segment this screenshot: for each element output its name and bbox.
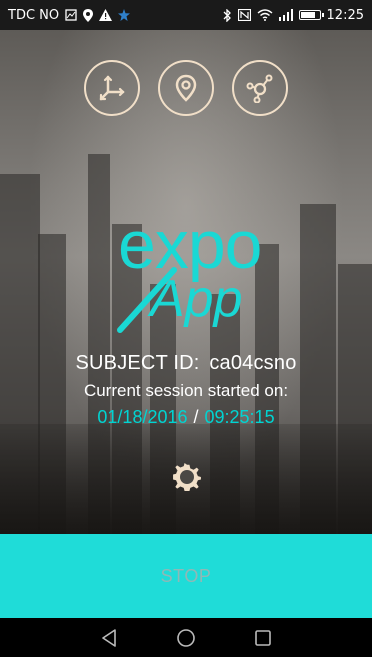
- location-pin-icon: [175, 74, 197, 102]
- network-button[interactable]: [232, 60, 288, 116]
- navigation-bar: [0, 618, 372, 657]
- status-right: 12:25: [223, 8, 364, 23]
- session-started-label: Current session started on:: [83, 381, 289, 400]
- expo-app-logo: expo App: [117, 207, 262, 333]
- network-icon: [246, 74, 273, 103]
- star-icon: [118, 9, 131, 21]
- clock: 12:25: [326, 7, 364, 23]
- subject-id: ca04csno: [209, 352, 297, 374]
- location-button[interactable]: [158, 60, 214, 116]
- gear-icon[interactable]: [170, 460, 204, 494]
- top-action-bar: [0, 60, 372, 116]
- image-icon: [65, 9, 77, 21]
- app-screen: TDC NO 12:25 expo App SUBJECT ID: ca04cs…: [0, 0, 372, 657]
- axes-icon: [99, 75, 125, 101]
- home-icon[interactable]: [175, 627, 197, 649]
- battery-icon: [298, 10, 324, 20]
- recents-icon[interactable]: [252, 627, 274, 649]
- session-info: SUBJECT ID: ca04csno Current session sta…: [0, 352, 372, 428]
- stop-label: STOP: [160, 565, 212, 586]
- datetime-separator: /: [193, 407, 199, 427]
- session-date: 01/18/2016: [97, 407, 188, 427]
- warning-icon: [99, 9, 113, 21]
- subject-label: SUBJECT ID:: [75, 352, 200, 374]
- session-time: 09:25:15: [204, 407, 275, 427]
- wifi-icon: [257, 9, 272, 21]
- signal-icon: [278, 9, 293, 21]
- logo-line2: App: [147, 270, 243, 328]
- stop-button[interactable]: STOP: [0, 534, 372, 618]
- location-pin-icon: [83, 8, 94, 22]
- bluetooth-icon: [223, 8, 231, 22]
- status-left: TDC NO: [8, 7, 131, 23]
- status-bar: TDC NO 12:25: [0, 0, 372, 30]
- nfc-icon: [237, 9, 251, 21]
- subject-line: SUBJECT ID: ca04csno: [0, 352, 372, 375]
- axes-button[interactable]: [84, 60, 140, 116]
- back-icon[interactable]: [98, 627, 120, 649]
- carrier-label: TDC NO: [8, 7, 60, 23]
- session-datetime: 01/18/2016/09:25:15: [0, 407, 372, 428]
